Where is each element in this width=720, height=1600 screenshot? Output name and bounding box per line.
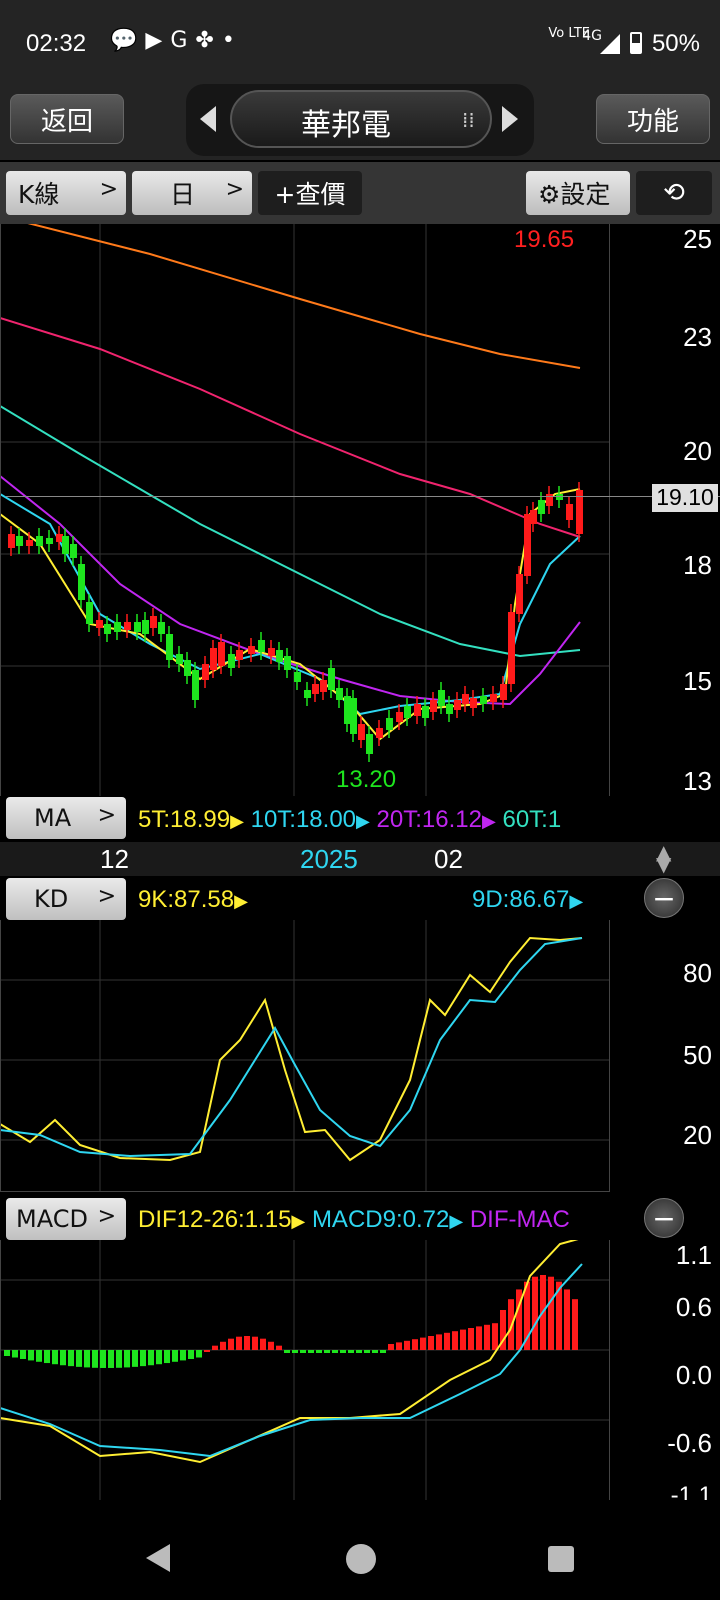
ma-label: MA (34, 804, 72, 832)
period-button[interactable]: 日 > (132, 171, 252, 215)
kd-label: KD (34, 885, 69, 913)
dot-icon: • (221, 28, 243, 53)
kd-plot-frame (0, 920, 610, 1192)
macd9-value: MACD9:0.72 (311, 1206, 450, 1233)
rotate-icon: ⟲ (663, 178, 685, 208)
stock-title: 華邦電 (301, 108, 391, 143)
x-label-12: 12 (100, 844, 129, 874)
ma5-value: 5T:18.99 (138, 806, 231, 833)
kd-button[interactable]: KD > (6, 878, 126, 920)
chat-bubble-icon: 💬 (110, 28, 146, 53)
chevron-right-icon: > (97, 1204, 116, 1229)
collapse-kd-button[interactable]: − (644, 878, 684, 918)
macd-axis-0-0: 0.0 (675, 1360, 712, 1390)
google-icon: G (170, 28, 196, 53)
d-legend: 9D:86.67▶ (472, 886, 584, 913)
back-button[interactable]: 返回 (10, 94, 124, 144)
next-stock-icon[interactable] (502, 106, 518, 132)
status-time: 02:32 (26, 30, 87, 57)
macd-axis-neg-0-6: -0.6 (667, 1428, 712, 1458)
macd-axis-0-6: 0.6 (675, 1292, 712, 1322)
x-label-02: 02 (434, 844, 463, 874)
price-axis-13: 13 (683, 766, 712, 796)
price-axis-15: 15 (683, 666, 712, 696)
prev-stock-icon[interactable] (200, 106, 216, 132)
youtube-icon: ▶ (145, 28, 171, 53)
price-plot-frame (0, 224, 610, 796)
macd-legend: DIF12-26:1.15▶ MACD9:0.72▶ DIF-MAC (138, 1206, 570, 1233)
pinwheel-icon: ✤ (195, 28, 222, 53)
macd-button[interactable]: MACD > (6, 1198, 126, 1240)
chevron-right-icon: > (99, 177, 118, 202)
resize-icon[interactable]: ▲ ▼ (656, 842, 671, 874)
ma-legend: 5T:18.99▶ 10T:18.00▶ 20T:16.12▶ 60T:1 (138, 806, 562, 833)
kd-axis-50: 50 (683, 1040, 712, 1070)
grip-icon: ⁞⁞ (462, 108, 475, 132)
price-axis-18: 18 (683, 550, 712, 580)
ma60-value: 60T:1 (502, 806, 562, 833)
price-axis-23: 23 (683, 322, 712, 352)
current-price-tag: 19.10 (652, 484, 718, 512)
ma-button[interactable]: MA > (6, 797, 126, 839)
chevron-right-icon: > (97, 884, 116, 909)
chevron-right-icon: > (97, 803, 116, 828)
back-nav-icon[interactable] (146, 1544, 170, 1572)
period-label: 日 (170, 180, 196, 209)
notification-icons: 💬▶G✤• (110, 28, 243, 53)
kd-axis-20: 20 (683, 1120, 712, 1150)
macd-plot-frame (0, 1240, 610, 1512)
collapse-macd-button[interactable]: − (644, 1198, 684, 1238)
dif-macd-value: DIF-MAC (469, 1206, 570, 1233)
home-nav-icon[interactable] (346, 1544, 376, 1574)
function-button[interactable]: 功能 (596, 94, 710, 144)
dif-value: DIF12-26:1.15 (138, 1206, 292, 1233)
kline-label: K線 (18, 180, 60, 209)
recents-nav-icon[interactable] (548, 1546, 574, 1572)
signal-icon (600, 34, 620, 54)
settings-button[interactable]: ⚙設定 (526, 171, 630, 215)
price-axis-25: 25 (683, 224, 712, 254)
price-axis-20: 20 (683, 436, 712, 466)
ma10-value: 10T:18.00 (250, 806, 357, 833)
current-price-line (6, 496, 720, 497)
k-legend: 9K:87.58▶ (138, 886, 248, 913)
high-price-marker: 19.65 (514, 226, 575, 253)
battery-icon (630, 32, 642, 54)
chevron-right-icon: > (225, 177, 244, 202)
rotate-screen-button[interactable]: ⟲ (636, 171, 712, 215)
macd-label: MACD (16, 1205, 88, 1233)
low-price-marker: 13.20 (336, 766, 397, 793)
kline-button[interactable]: K線 > (6, 171, 126, 215)
ma20-value: 20T:16.12 (376, 806, 482, 833)
battery-percent: 50% (651, 30, 700, 57)
x-label-2025: 2025 (300, 844, 358, 874)
query-price-button[interactable]: +查價 (258, 171, 362, 215)
macd-axis-1-1: 1.1 (675, 1240, 712, 1270)
kd-axis-80: 80 (683, 958, 712, 988)
